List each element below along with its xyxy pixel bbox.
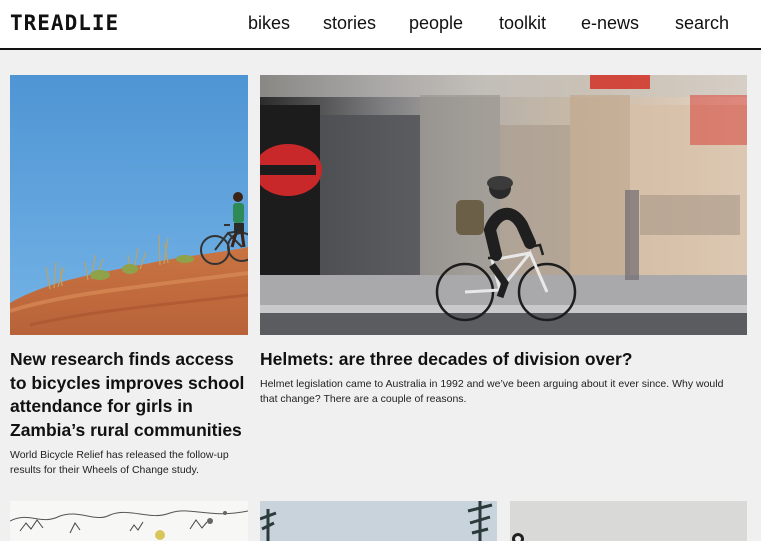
article-image-cyclist[interactable] — [510, 501, 747, 541]
article-image-winter-trees[interactable] — [260, 501, 497, 541]
nav-stories[interactable]: stories — [323, 13, 376, 34]
site-header: TREADLIE bikes stories people toolkit e-… — [0, 0, 761, 50]
article-image-illustration[interactable] — [10, 501, 248, 541]
nav-search[interactable]: search — [675, 13, 729, 34]
article-summary-helmets: Helmet legislation came to Australia in … — [260, 378, 724, 405]
nav-people[interactable]: people — [409, 13, 463, 34]
nav-bikes[interactable]: bikes — [248, 13, 290, 34]
nav-e-news[interactable]: e-news — [581, 13, 639, 34]
article-summary-zambia: World Bicycle Relief has released the fo… — [10, 449, 229, 476]
article-headline-helmets[interactable]: Helmets: are three decades of division o… — [260, 348, 740, 372]
article-image-helmets[interactable] — [260, 75, 747, 335]
article-image-zambia[interactable] — [10, 75, 248, 335]
nav-toolkit[interactable]: toolkit — [499, 13, 546, 34]
site-logo[interactable]: TREADLIE — [10, 11, 119, 35]
article-headline-zambia[interactable]: New research finds access to bicycles im… — [10, 348, 250, 442]
